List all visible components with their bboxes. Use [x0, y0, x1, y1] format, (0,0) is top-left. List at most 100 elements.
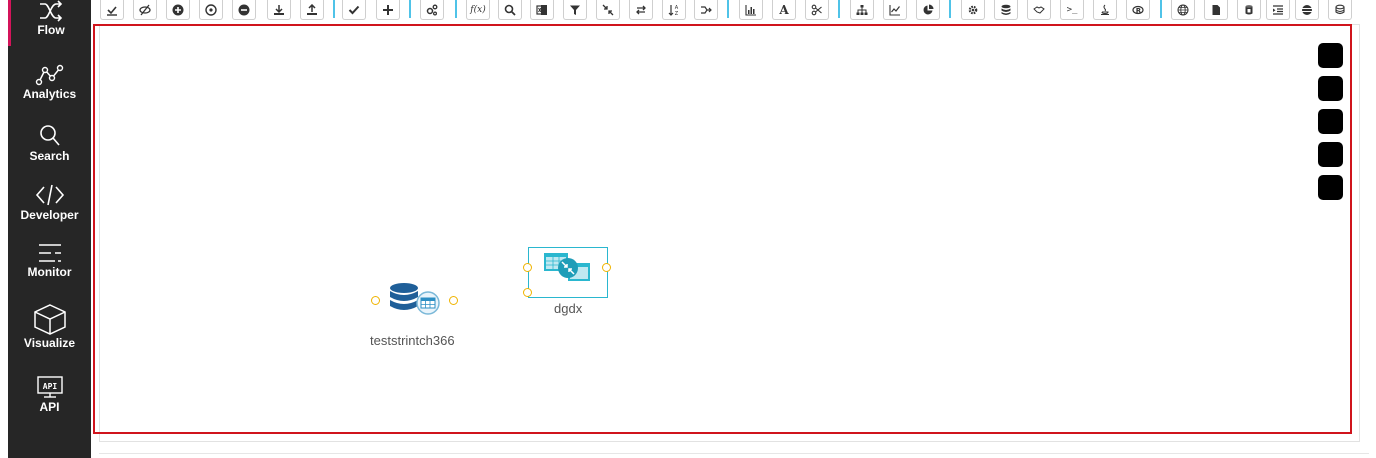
- filter-button[interactable]: [563, 0, 587, 20]
- node-input-port[interactable]: [371, 296, 380, 305]
- sidebar-item-developer[interactable]: Developer: [8, 183, 91, 222]
- node-output-port[interactable]: [602, 263, 611, 272]
- compress-tables-icon: [544, 253, 590, 281]
- sidebar-item-search[interactable]: Search: [8, 124, 91, 163]
- configure-button[interactable]: [961, 0, 985, 20]
- node-label: dgdx: [554, 301, 583, 316]
- canvas-control-button[interactable]: [1318, 43, 1343, 68]
- api-icon-text: API: [42, 382, 57, 391]
- hide-button[interactable]: [133, 0, 157, 20]
- file-button[interactable]: [1204, 0, 1228, 20]
- gear-icon: [968, 5, 978, 14]
- export-button[interactable]: [1328, 0, 1352, 20]
- line-chart-button[interactable]: [883, 0, 907, 20]
- toolbar-separator: [838, 0, 840, 18]
- exchange-button[interactable]: [629, 0, 653, 20]
- terminal-button[interactable]: >_: [1060, 0, 1084, 20]
- zoom-out-button[interactable]: [232, 0, 256, 20]
- sidebar-item-label: Flow: [37, 23, 65, 37]
- compress-button[interactable]: [596, 0, 620, 20]
- sidebar-item-monitor[interactable]: Monitor: [8, 242, 91, 279]
- database-icon: [1001, 4, 1011, 15]
- java-icon: [1101, 4, 1109, 15]
- eye-slash-icon: [139, 4, 151, 15]
- join-button[interactable]: [694, 0, 718, 20]
- plus-circle-icon: [172, 4, 184, 15]
- cut-button[interactable]: [805, 0, 829, 20]
- excel-button[interactable]: [530, 0, 554, 20]
- main-sidebar: Flow Analytics Search Developer Monitor …: [8, 0, 91, 458]
- file-icon: [1212, 4, 1220, 15]
- search-button[interactable]: [498, 0, 522, 20]
- toolbar-separator: [727, 0, 729, 18]
- join-icon: [701, 5, 712, 14]
- scissors-icon: [811, 4, 822, 15]
- flow-node-dgdx[interactable]: [528, 247, 608, 298]
- search-icon: [39, 125, 60, 146]
- code-icon: [35, 184, 64, 206]
- analytics-network-icon: [35, 64, 63, 86]
- zoom-reset-button[interactable]: [199, 0, 223, 20]
- database-stack-icon: [1302, 4, 1312, 15]
- sidebar-item-flow[interactable]: Flow: [8, 0, 91, 46]
- sidebar-item-analytics[interactable]: Analytics: [8, 64, 91, 101]
- exchange-icon: [636, 5, 646, 14]
- sidebar-item-api[interactable]: API API: [8, 375, 91, 414]
- check-icon: [348, 5, 360, 14]
- storage-button[interactable]: [1237, 0, 1261, 20]
- node-input-port[interactable]: [523, 263, 532, 272]
- function-button[interactable]: f(x): [466, 0, 490, 20]
- handshake-icon: [1033, 5, 1045, 14]
- download-button[interactable]: [267, 0, 291, 20]
- add-button[interactable]: [376, 0, 400, 20]
- node-output-port[interactable]: [449, 296, 458, 305]
- api-icon: API: [36, 376, 63, 398]
- upload-icon: [307, 3, 317, 15]
- bar-chart-button[interactable]: [739, 0, 763, 20]
- flow-canvas[interactable]: [93, 24, 1352, 434]
- minus-circle-icon: [238, 4, 250, 15]
- select-all-icon: [107, 5, 117, 16]
- sidebar-item-label: API: [39, 400, 60, 414]
- sort-alpha-icon: AZ: [668, 4, 679, 16]
- toolbar-separator: [333, 0, 335, 18]
- database-export-icon: [1335, 4, 1345, 14]
- settings-button[interactable]: [420, 0, 444, 20]
- compress-icon: [602, 4, 614, 15]
- sidebar-item-label: Search: [29, 149, 70, 163]
- toolbar-separator: [455, 0, 457, 18]
- indent-button[interactable]: [1266, 0, 1290, 20]
- sort-button[interactable]: AZ: [662, 0, 686, 20]
- data-store-button[interactable]: [1295, 0, 1319, 20]
- sidebar-item-visualize[interactable]: Visualize: [8, 303, 91, 350]
- canvas-control-button[interactable]: [1318, 142, 1343, 167]
- connect-button[interactable]: [1027, 0, 1051, 20]
- r-language-icon: R: [1132, 5, 1144, 15]
- filter-icon: [570, 5, 580, 15]
- upload-button[interactable]: [300, 0, 324, 20]
- canvas-control-button[interactable]: [1318, 175, 1343, 200]
- flow-node-teststrintch366[interactable]: [388, 282, 442, 318]
- node-label: teststrintch366: [370, 333, 455, 348]
- download-icon: [274, 4, 284, 15]
- canvas-control-button[interactable]: [1318, 109, 1343, 134]
- hierarchy-button[interactable]: [850, 0, 874, 20]
- java-button[interactable]: [1093, 0, 1117, 20]
- zoom-in-button[interactable]: [166, 0, 190, 20]
- canvas-control-button[interactable]: [1318, 76, 1343, 101]
- excel-icon: [536, 4, 547, 15]
- r-script-button[interactable]: R: [1126, 0, 1150, 20]
- svg-text:R: R: [1136, 7, 1142, 15]
- sitemap-icon: [856, 4, 868, 15]
- node-port[interactable]: [523, 288, 532, 297]
- sidebar-item-label: Monitor: [27, 265, 72, 279]
- terminal-icon: >_: [1066, 4, 1078, 15]
- font-button[interactable]: A: [772, 0, 796, 20]
- pie-chart-button[interactable]: [916, 0, 940, 20]
- sidebar-item-label: Visualize: [23, 336, 76, 350]
- select-all-button[interactable]: [100, 0, 124, 20]
- flow-shuffle-icon: [40, 0, 63, 22]
- web-button[interactable]: [1171, 0, 1195, 20]
- database-button[interactable]: [994, 0, 1018, 20]
- validate-button[interactable]: [342, 0, 366, 20]
